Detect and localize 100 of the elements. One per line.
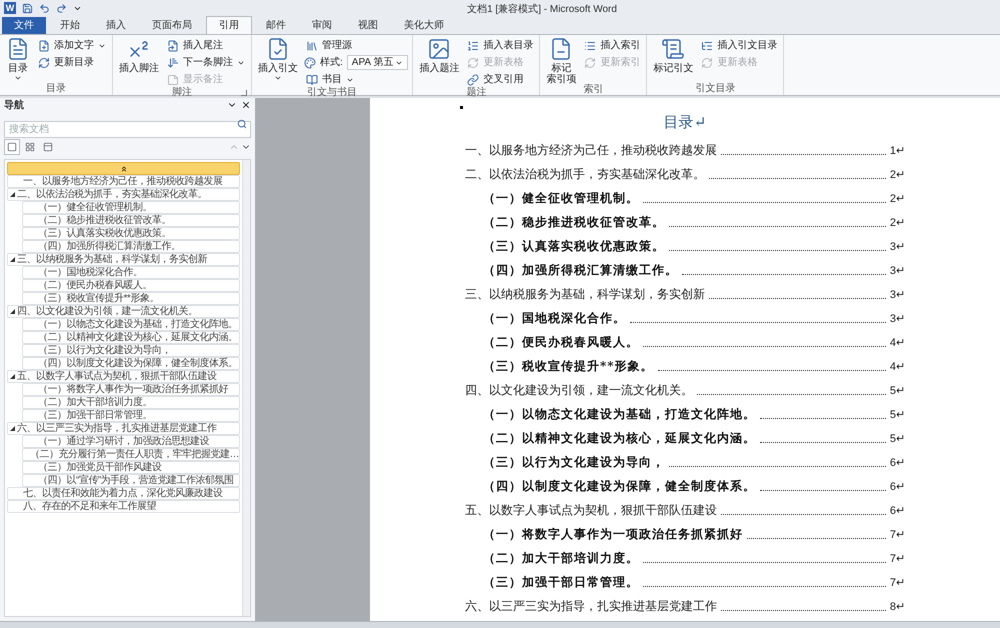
- ribbon-tab[interactable]: 邮件: [254, 16, 298, 34]
- ribbon-tab[interactable]: 美化大师: [392, 16, 456, 34]
- heading-item[interactable]: （一）健全征收管理机制。: [22, 201, 240, 214]
- button-label-line: 标记: [551, 63, 572, 74]
- toc-entry: 一、以服务地方经济为己任，推动税收跨越发展: [465, 142, 717, 159]
- large-ribbon-button[interactable]: 插入题注: [417, 37, 462, 88]
- scrollbar[interactable]: [242, 160, 250, 616]
- toc-entry: （二）加大干部培训力度。: [483, 550, 639, 567]
- heading-item[interactable]: 二、以依法治税为抓手，夯实基础深化改革。: [7, 188, 240, 201]
- heading-item[interactable]: （二）加大干部培训力度。: [22, 396, 240, 409]
- page-number: 5↵: [890, 432, 905, 446]
- heading-item[interactable]: （二）稳步推进税收征管改革。: [22, 214, 240, 227]
- large-ribbon-button[interactable]: 插入脚注: [117, 37, 161, 88]
- ribbon-tab[interactable]: 审阅: [300, 16, 344, 34]
- page-number: 6↵: [890, 456, 905, 470]
- toc-entry: 五、以数字人事试点为契机，狠抓干部队伍建设: [465, 502, 717, 519]
- heading-item[interactable]: 六、以三严三实为指导，扎实推进基层党建工作: [7, 422, 240, 435]
- large-ribbon-button[interactable]: 标记 索引项: [544, 37, 578, 85]
- toc-entry: （一）健全征收管理机制。: [483, 190, 639, 207]
- button-label-line: 索引项: [546, 74, 576, 85]
- heading-item[interactable]: （二）以精神文化建设为核心，延展文化内涵。: [22, 331, 240, 344]
- caret-icon: [14, 74, 22, 82]
- heading-item[interactable]: （三）加强党员干部作风建设: [22, 461, 240, 474]
- heading-item[interactable]: 四、以文化建设为引领，建一流文化机关。: [7, 305, 240, 318]
- ribbon-tab[interactable]: 插入: [94, 16, 138, 34]
- group-label: 引文与书目: [307, 88, 358, 98]
- toc-entry: （三）加强干部日常管理。: [483, 574, 639, 591]
- heading-item[interactable]: （一）国地税深化合作。: [22, 266, 240, 279]
- heading-item[interactable]: 七、以责任和效能为着力点，深化党风廉政建设: [7, 487, 240, 500]
- ribbon-button[interactable]: 书目: [304, 71, 408, 88]
- page-number: 6↵: [890, 504, 905, 518]
- pane-title: 导航: [4, 98, 24, 112]
- heading-item[interactable]: （二）便民办税春风暖人。: [22, 279, 240, 292]
- heading-item[interactable]: （三）加强干部日常管理。: [22, 409, 240, 422]
- ribbon-button[interactable]: 插入引文目录: [699, 37, 780, 54]
- ribbon-button[interactable]: 插入索引: [582, 37, 642, 54]
- close-icon[interactable]: [241, 100, 251, 110]
- tool-icon: [427, 37, 452, 61]
- ribbon-button[interactable]: 交叉引用: [465, 71, 536, 88]
- toc-entry: （二）以精神文化建设为核心，延展文化内涵。: [483, 430, 756, 447]
- view-tab[interactable]: [4, 139, 20, 155]
- group-label: 引文目录: [695, 84, 736, 94]
- ribbon-button[interactable]: 插入表目录: [465, 37, 536, 54]
- tool-icon: [38, 40, 50, 52]
- heading-item[interactable]: （一）通过学习研讨，加强政治思想建设: [22, 435, 240, 448]
- heading-item[interactable]: （一）将数字人事作为一项政治任务抓紧抓好: [22, 383, 240, 396]
- toc-entry: 三、以纳税服务为基础，科学谋划，务实创新: [465, 286, 705, 303]
- group-label: 脚注: [172, 88, 192, 98]
- dialog-launcher-icon[interactable]: [241, 90, 247, 96]
- page-number: 2↵: [890, 192, 905, 206]
- undo-icon[interactable]: [39, 2, 50, 14]
- style-select[interactable]: APA 第五: [346, 55, 408, 70]
- page-number: 7↵: [890, 528, 905, 542]
- heading-item[interactable]: 八、存在的不足和来年工作展望: [7, 500, 240, 513]
- heading-item[interactable]: （四）以“宣传”为手段，营造党建工作浓郁氛围: [22, 474, 240, 487]
- file-tab[interactable]: 文件: [2, 17, 46, 34]
- ribbon-button[interactable]: 添加文字: [36, 37, 108, 54]
- heading-item[interactable]: 五、以数字人事试点为契机，狠抓干部队伍建设: [7, 370, 240, 383]
- large-ribbon-button[interactable]: 目录: [4, 37, 32, 82]
- group-label: 目录: [46, 84, 66, 94]
- page-number: 5↵: [890, 384, 905, 398]
- heading-item[interactable]: （一）以物态文化建设为基础，打造文化阵地。: [22, 318, 240, 331]
- heading-item[interactable]: （四）以制度文化建设为保障，健全制度体系。: [22, 357, 240, 370]
- save-icon[interactable]: [22, 2, 33, 14]
- tool-icon: [467, 74, 480, 86]
- toc-entry: （三）税收宣传提升**形象。: [483, 358, 654, 375]
- tool-icon: [167, 74, 179, 86]
- tool-icon: [661, 37, 686, 61]
- heading-item[interactable]: （三）认真落实税收优惠政策。: [22, 227, 240, 240]
- tool-icon: [306, 40, 318, 52]
- ribbon-tab[interactable]: 开始: [48, 16, 92, 34]
- view-icon: [43, 142, 53, 152]
- heading-item[interactable]: 三、以纳税服务为基础，科学谋划，务实创新: [7, 253, 240, 266]
- expand-triangle-icon[interactable]: [10, 192, 15, 197]
- heading-item[interactable]: 一、以服务地方经济为己任，推动税收跨越发展: [7, 175, 240, 188]
- ribbon-button[interactable]: 管理源: [304, 37, 408, 54]
- heading-item[interactable]: （三）以行为文化建设为导向，: [22, 344, 240, 357]
- heading-item[interactable]: （二）充分履行第一责任人职责，牢牢把握党建…: [22, 448, 240, 461]
- heading-item[interactable]: （三）税收宣传提升**形象。: [22, 292, 240, 305]
- ribbon-button[interactable]: 更新目录: [36, 54, 108, 71]
- ribbon-tab[interactable]: 视图: [346, 16, 390, 34]
- ribbon-tab[interactable]: 页面布局: [140, 16, 204, 34]
- large-ribbon-button[interactable]: 标记引文: [651, 37, 696, 82]
- redo-icon[interactable]: [56, 2, 67, 14]
- heading-item[interactable]: （四）加强所得税汇算清缴工作。: [22, 240, 240, 253]
- toc-entry: （一）国地税深化合作。: [483, 310, 626, 327]
- expand-triangle-icon[interactable]: [10, 257, 15, 262]
- ribbon-button[interactable]: 插入尾注: [165, 37, 247, 54]
- caret-icon: [274, 74, 282, 82]
- ribbon-tab[interactable]: 引用: [206, 16, 252, 34]
- tool-icon: [701, 56, 714, 68]
- expand-triangle-icon[interactable]: [10, 426, 15, 431]
- search-field[interactable]: 搜索文档: [4, 121, 251, 138]
- search-icon[interactable]: [237, 119, 247, 129]
- expand-triangle-icon[interactable]: [10, 374, 15, 379]
- large-ribbon-button[interactable]: 插入引文: [256, 37, 300, 88]
- expand-triangle-icon[interactable]: [10, 309, 15, 314]
- ribbon-button[interactable]: 下一条脚注: [165, 54, 247, 71]
- tool-icon: [38, 56, 50, 68]
- page-number: 1↵: [890, 144, 905, 158]
